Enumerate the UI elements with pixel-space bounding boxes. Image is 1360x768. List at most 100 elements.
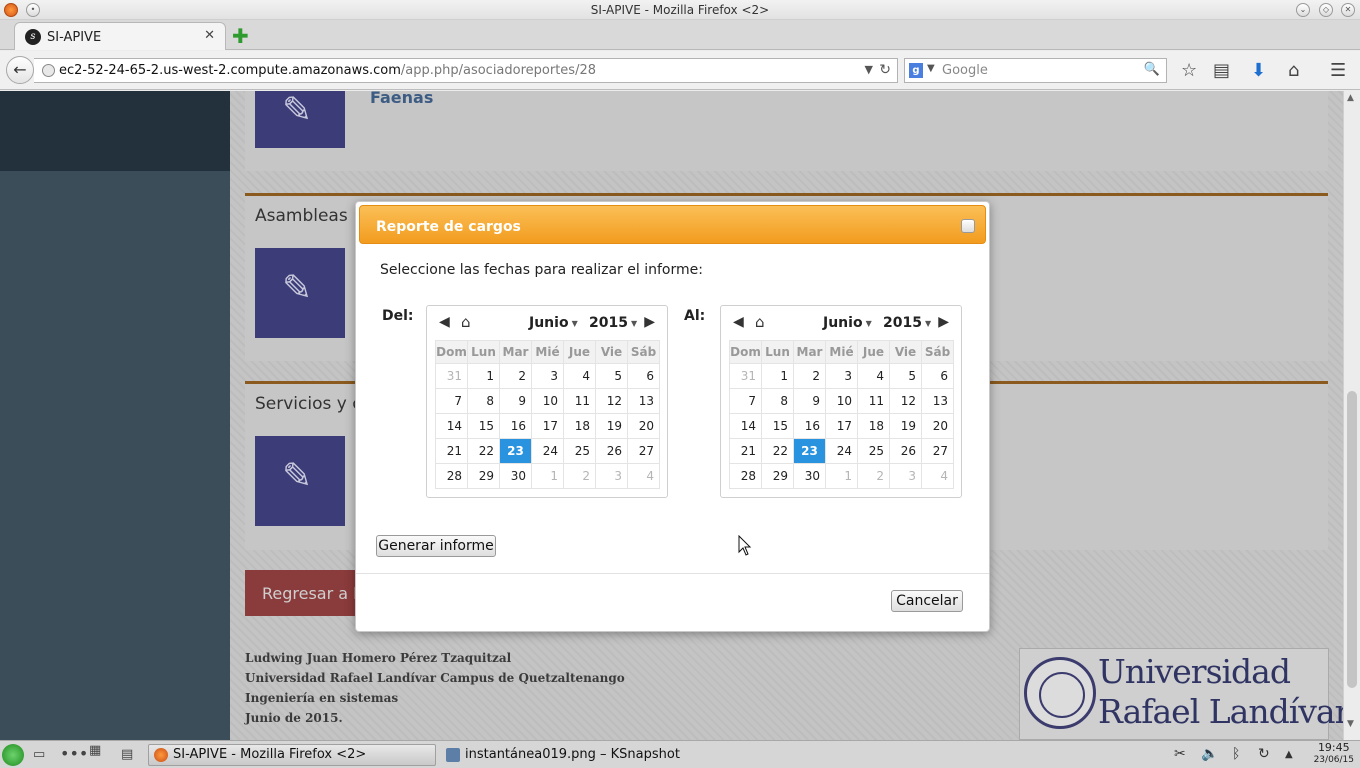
engine-dropdown-icon[interactable]: ▼ bbox=[927, 63, 935, 74]
calendar-day[interactable]: 12 bbox=[595, 388, 628, 414]
calendar-day[interactable]: 18 bbox=[563, 413, 596, 439]
tray-expand-icon[interactable]: ▲ bbox=[1285, 749, 1293, 760]
search-bar[interactable]: g ▼ Google 🔍 bbox=[904, 58, 1167, 83]
calendar-day[interactable]: 1 bbox=[531, 463, 564, 489]
calendar-day[interactable]: 10 bbox=[531, 388, 564, 414]
calendar-day[interactable]: 15 bbox=[467, 413, 500, 439]
generate-report-button[interactable]: Generar informe bbox=[376, 535, 496, 557]
calendar-day[interactable]: 5 bbox=[889, 363, 922, 389]
faenas-link[interactable]: Faenas bbox=[370, 91, 433, 107]
scrollbar-thumb[interactable] bbox=[1347, 391, 1357, 688]
calendar-day[interactable]: 3 bbox=[889, 463, 922, 489]
calendar-day[interactable]: 3 bbox=[595, 463, 628, 489]
calendar-day[interactable]: 2 bbox=[563, 463, 596, 489]
scroll-up-icon[interactable]: ▲ bbox=[1347, 93, 1354, 103]
new-tab-icon[interactable]: ✚ bbox=[232, 24, 249, 48]
calendar-day[interactable]: 7 bbox=[435, 388, 468, 414]
system-clock[interactable]: 19:45 23/06/15 bbox=[1314, 742, 1354, 766]
calendar-day[interactable]: 6 bbox=[627, 363, 660, 389]
month-select[interactable]: Junio ▼ bbox=[823, 315, 872, 331]
calendar-day[interactable]: 24 bbox=[825, 438, 858, 464]
calendar-day[interactable]: 3 bbox=[531, 363, 564, 389]
calendar-day[interactable]: 19 bbox=[889, 413, 922, 439]
calendar-day[interactable]: 27 bbox=[627, 438, 660, 464]
calendar-day[interactable]: 2 bbox=[793, 363, 826, 389]
calendar-day[interactable]: 25 bbox=[563, 438, 596, 464]
bookmark-star-icon[interactable]: ☆ bbox=[1181, 60, 1197, 81]
close-window-icon[interactable]: ✕ bbox=[1341, 3, 1355, 17]
calendar-day[interactable]: 27 bbox=[921, 438, 954, 464]
calendar-day[interactable]: 9 bbox=[499, 388, 532, 414]
faenas-tile[interactable]: ✎ bbox=[255, 91, 345, 148]
calendar-day[interactable]: 5 bbox=[595, 363, 628, 389]
calendar-day[interactable]: 3 bbox=[825, 363, 858, 389]
calendar-day[interactable]: 8 bbox=[761, 388, 794, 414]
calendar-day[interactable]: 4 bbox=[921, 463, 954, 489]
cancel-button[interactable]: Cancelar bbox=[891, 590, 963, 612]
start-menu-icon[interactable] bbox=[2, 744, 24, 766]
prev-month-icon[interactable]: ◀ bbox=[439, 314, 450, 330]
calendar-day[interactable]: 30 bbox=[499, 463, 532, 489]
dialog-close-icon[interactable] bbox=[961, 219, 975, 233]
tab-si-apive[interactable]: s SI-APIVE ✕ bbox=[14, 22, 226, 50]
calendar-day[interactable]: 28 bbox=[729, 463, 762, 489]
minimize-icon[interactable]: ⌄ bbox=[1296, 3, 1310, 17]
url-bar[interactable]: ec2-52-24-65-2.us-west-2.compute.amazona… bbox=[34, 58, 898, 83]
task-ksnapshot[interactable]: instantánea019.png – KSnapshot bbox=[440, 744, 730, 766]
calendar-day[interactable]: 28 bbox=[435, 463, 468, 489]
calendar-day[interactable]: 26 bbox=[595, 438, 628, 464]
close-tab-icon[interactable]: ✕ bbox=[204, 28, 215, 43]
calendar-day[interactable]: 17 bbox=[531, 413, 564, 439]
prev-month-icon[interactable]: ◀ bbox=[733, 314, 744, 330]
calendar-day[interactable]: 22 bbox=[467, 438, 500, 464]
asambleas-tile[interactable]: ✎ bbox=[255, 248, 345, 338]
calendar-day[interactable]: 1 bbox=[761, 363, 794, 389]
page-scrollbar[interactable]: ▲ ▼ bbox=[1343, 91, 1360, 740]
calendar-day[interactable]: 23 bbox=[499, 438, 532, 464]
calendar-day[interactable]: 18 bbox=[857, 413, 890, 439]
more-icon[interactable]: ••• bbox=[60, 744, 88, 763]
network-icon[interactable]: ✂ bbox=[1174, 746, 1186, 762]
calendar-day[interactable]: 16 bbox=[499, 413, 532, 439]
search-binoculars-icon[interactable]: 🔍 bbox=[1144, 62, 1160, 77]
calendar-day[interactable]: 12 bbox=[889, 388, 922, 414]
calendar-day[interactable]: 4 bbox=[627, 463, 660, 489]
site-identity-icon[interactable] bbox=[42, 64, 55, 77]
calendar-day[interactable]: 22 bbox=[761, 438, 794, 464]
calendar-day[interactable]: 9 bbox=[793, 388, 826, 414]
calendar-day[interactable]: 16 bbox=[793, 413, 826, 439]
history-dropdown-icon[interactable]: ▼ bbox=[865, 63, 873, 76]
calendar-day[interactable]: 1 bbox=[825, 463, 858, 489]
today-home-icon[interactable]: ⌂ bbox=[461, 313, 471, 331]
sync-icon[interactable]: ↻ bbox=[1258, 746, 1270, 762]
downloads-icon[interactable]: ⬇ bbox=[1251, 60, 1266, 81]
next-month-icon[interactable]: ▶ bbox=[644, 314, 655, 330]
calendar-day[interactable]: 7 bbox=[729, 388, 762, 414]
calendar-day[interactable]: 17 bbox=[825, 413, 858, 439]
back-button[interactable]: ← bbox=[6, 56, 34, 84]
today-home-icon[interactable]: ⌂ bbox=[755, 313, 765, 331]
calendar-day[interactable]: 8 bbox=[467, 388, 500, 414]
calendar-day[interactable]: 11 bbox=[563, 388, 596, 414]
calendar-day[interactable]: 13 bbox=[627, 388, 660, 414]
calendar-day[interactable]: 4 bbox=[563, 363, 596, 389]
workspace-switcher-icon[interactable]: ▦ bbox=[89, 743, 101, 758]
next-month-icon[interactable]: ▶ bbox=[938, 314, 949, 330]
scroll-down-icon[interactable]: ▼ bbox=[1347, 719, 1354, 729]
app-launcher-icon[interactable]: ▤ bbox=[121, 747, 133, 762]
task-firefox[interactable]: SI-APIVE - Mozilla Firefox <2> bbox=[148, 744, 436, 766]
google-engine-icon[interactable]: g bbox=[909, 63, 923, 78]
calendar-day[interactable]: 19 bbox=[595, 413, 628, 439]
month-select[interactable]: Junio ▼ bbox=[529, 315, 578, 331]
reading-list-icon[interactable]: ▤ bbox=[1213, 60, 1230, 81]
calendar-day[interactable]: 20 bbox=[627, 413, 660, 439]
reload-icon[interactable]: ↻ bbox=[879, 62, 891, 78]
calendar-day[interactable]: 14 bbox=[435, 413, 468, 439]
calendar-day[interactable]: 10 bbox=[825, 388, 858, 414]
calendar-day[interactable]: 11 bbox=[857, 388, 890, 414]
calendar-day[interactable]: 15 bbox=[761, 413, 794, 439]
calendar-day[interactable]: 25 bbox=[857, 438, 890, 464]
calendar-day[interactable]: 24 bbox=[531, 438, 564, 464]
calendar-day[interactable]: 2 bbox=[499, 363, 532, 389]
volume-icon[interactable]: 🔈 bbox=[1201, 746, 1218, 762]
